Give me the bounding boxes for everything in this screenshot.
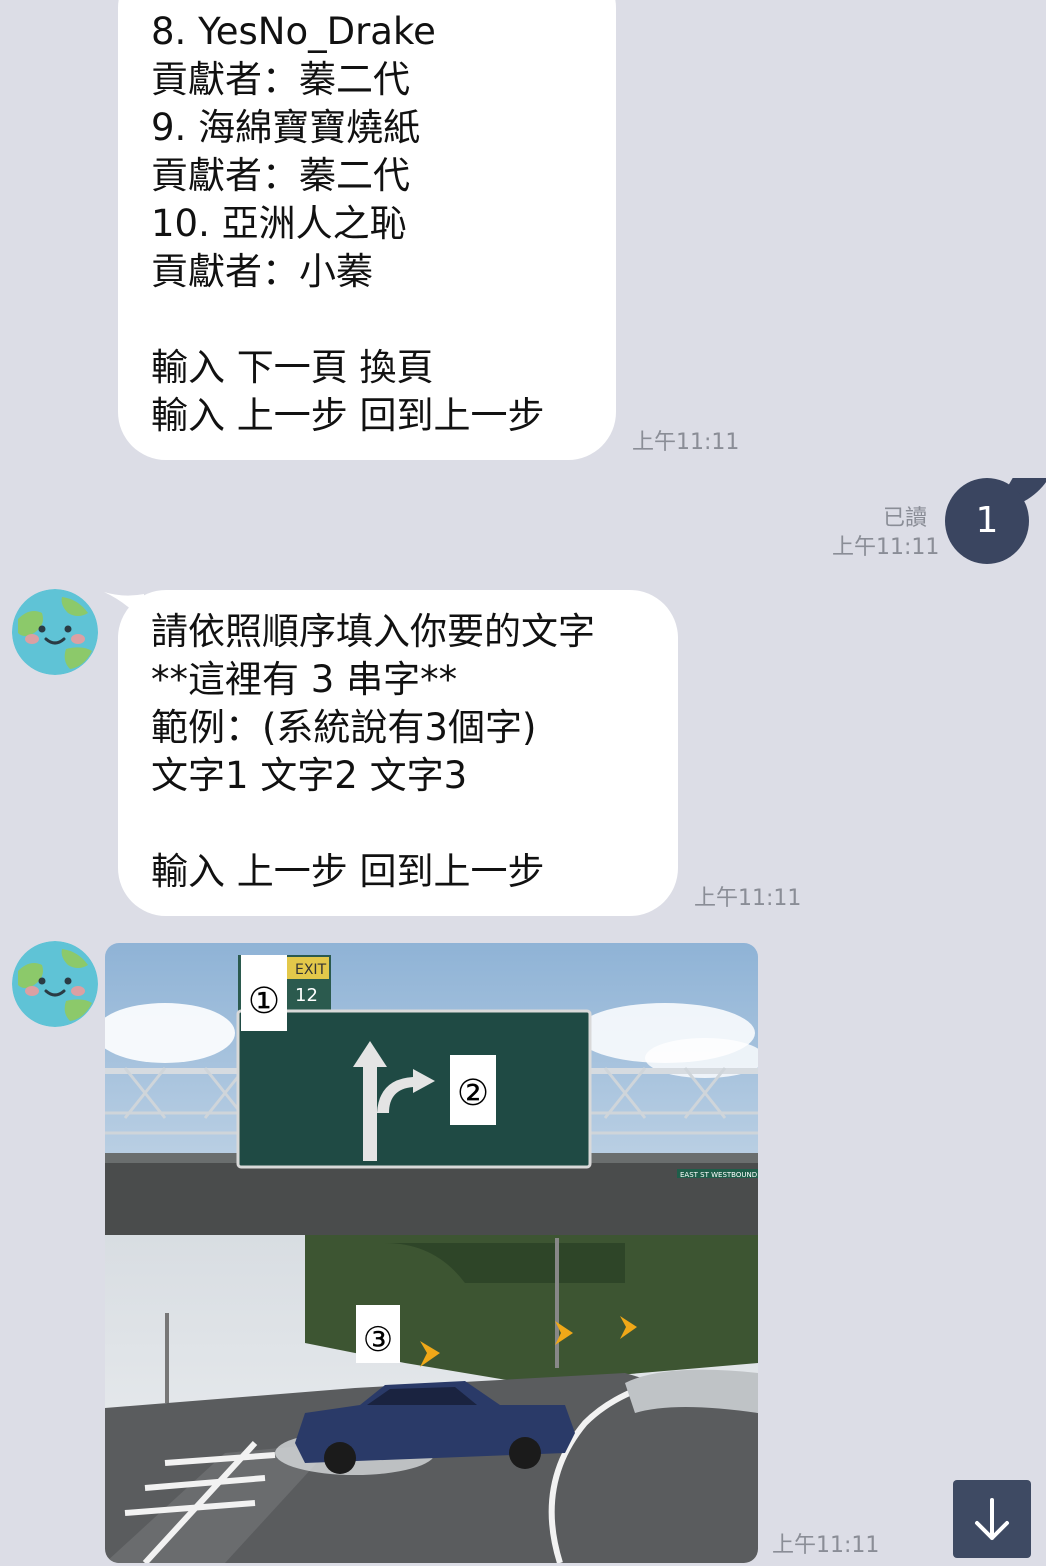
marker-3: ③ (363, 1320, 393, 1360)
message-line: 貢獻者：小蓁 (151, 250, 373, 293)
message-line: **這裡有 3 串字** (151, 658, 458, 701)
message-line: 請依照順序填入你要的文字 (151, 610, 595, 653)
message-timestamp: 上午11:11 (772, 1533, 880, 1558)
read-receipt: 已讀 (883, 506, 928, 531)
message-timestamp: 上午11:11 (632, 430, 740, 455)
exit-sign-text: EXIT (295, 962, 327, 978)
message-line (151, 296, 616, 344)
bot-avatar[interactable] (12, 941, 98, 1027)
message-line: 輸入 上一步 回到上一步 (151, 394, 545, 437)
scroll-to-bottom-button[interactable] (953, 1480, 1031, 1558)
street-sign-text: EAST ST WESTBOUND (680, 1171, 757, 1179)
marker-1: ① (248, 981, 280, 1022)
message-line: 8. YesNo_Drake (151, 10, 436, 53)
message-timestamp: 上午11:11 (832, 535, 940, 560)
message-line: 輸入 上一步 回到上一步 (151, 850, 545, 893)
message-line: 文字1 文字2 文字3 (151, 754, 468, 797)
bot-message-bubble-list[interactable]: 8. YesNo_Drake 貢獻者：蓁二代 9. 海綿寶寶燒紙 貢獻者：蓁二代… (118, 0, 616, 460)
message-line: 10. 亞洲人之恥 (151, 202, 407, 245)
bot-message-bubble-instruction[interactable]: 請依照順序填入你要的文字 **這裡有 3 串字** 範例：(系統說有3個字) 文… (118, 590, 678, 916)
message-line (151, 800, 678, 848)
message-line: 範例：(系統說有3個字) (151, 706, 537, 749)
message-timestamp: 上午11:11 (694, 886, 802, 911)
arrow-down-icon (975, 1498, 1009, 1540)
marker-2: ② (457, 1073, 489, 1114)
message-line: 輸入 下一頁 換頁 (151, 346, 434, 389)
message-line: 貢獻者：蓁二代 (151, 154, 410, 197)
user-message-bubble[interactable]: 1 (945, 478, 1029, 564)
bot-avatar[interactable] (12, 589, 98, 675)
meme-image[interactable]: EXIT 12 EAST ST WESTBOUND ① ② ③ (105, 943, 758, 1563)
exit-number-text: 12 (295, 985, 318, 1006)
message-line: 9. 海綿寶寶燒紙 (151, 106, 421, 149)
message-line: 貢獻者：蓁二代 (151, 58, 410, 101)
